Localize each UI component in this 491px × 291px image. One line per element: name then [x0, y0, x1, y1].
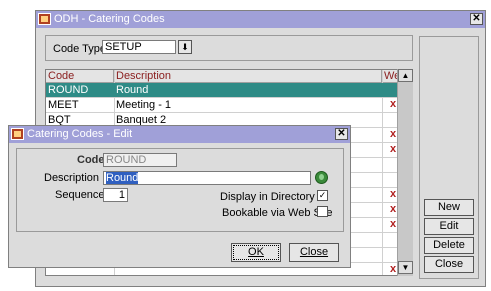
description-cell: Round [116, 84, 149, 96]
ok-label: OK [248, 246, 264, 258]
edit-title-bar[interactable]: Catering Codes - Edit ✕ [9, 126, 350, 143]
close-icon[interactable]: ✕ [470, 13, 483, 25]
edit-close-label: Close [299, 246, 329, 258]
description-selected-text: Round [106, 172, 139, 184]
globe-icon[interactable] [315, 171, 328, 184]
code-type-label: Code Type [53, 43, 107, 55]
delete-button[interactable]: Delete [424, 237, 474, 254]
description-input[interactable]: Round [103, 171, 311, 185]
code-cell: MEET [48, 99, 79, 111]
description-label: Description [44, 172, 100, 184]
code-label: Code [77, 154, 105, 166]
edit-form-panel: Code ROUND Description Round Sequence 1 … [16, 148, 344, 232]
code-field: ROUND [103, 153, 177, 167]
sequence-input[interactable]: 1 [103, 188, 128, 202]
sequence-label: Sequence [55, 189, 105, 201]
action-button-panel: New Edit Delete Close [419, 36, 479, 279]
table-row[interactable]: MEET Meeting - 1x [46, 98, 412, 113]
bookable-via-web-label: Bookable via Web Site [222, 207, 333, 219]
close-icon[interactable]: ✕ [335, 128, 348, 140]
grid-vertical-scrollbar[interactable]: ▲ ▼ [397, 69, 413, 276]
app-icon [38, 13, 51, 25]
display-in-directory-label: Display in Directory [220, 191, 315, 203]
column-header-description[interactable]: Description [114, 70, 382, 83]
code-type-input[interactable]: SETUP [102, 40, 176, 54]
edit-dialog-title: Catering Codes - Edit [27, 128, 133, 140]
display-in-directory-checkbox[interactable]: ✓ [317, 190, 328, 201]
new-button[interactable]: New [424, 199, 474, 216]
main-title-bar[interactable]: ODH - Catering Codes ✕ [36, 11, 485, 28]
column-header-code[interactable]: Code [46, 70, 114, 83]
scroll-down-arrow-icon[interactable]: ▼ [398, 261, 413, 274]
code-type-dropdown-button[interactable]: ⬇ [178, 40, 192, 54]
code-type-panel: Code Type SETUP ⬇ [45, 35, 413, 61]
scroll-up-arrow-icon[interactable]: ▲ [398, 69, 413, 82]
description-cell: Meeting - 1 [116, 99, 172, 111]
app-icon [11, 128, 24, 140]
edit-close-button[interactable]: Close [289, 243, 339, 262]
table-row[interactable]: ROUND Round [46, 83, 412, 98]
bookable-via-web-checkbox[interactable] [317, 206, 328, 217]
close-button[interactable]: Close [424, 256, 474, 273]
ok-button[interactable]: OK [231, 243, 281, 262]
code-cell: ROUND [48, 84, 89, 96]
main-window-title: ODH - Catering Codes [54, 13, 165, 25]
catering-codes-edit-dialog: Catering Codes - Edit ✕ Code ROUND Descr… [8, 125, 351, 268]
edit-button[interactable]: Edit [424, 218, 474, 235]
